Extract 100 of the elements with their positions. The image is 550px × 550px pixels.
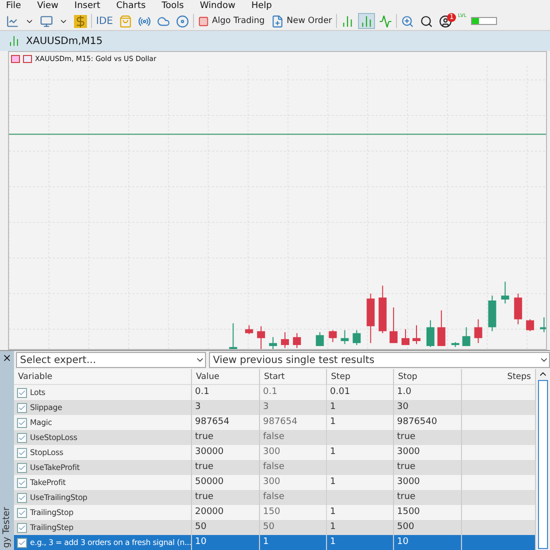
table-cell-text: 987654: [263, 416, 298, 429]
checkbox[interactable]: [17, 448, 27, 458]
table-cell-text: 30000: [195, 446, 224, 459]
table-cell-text: true: [397, 431, 416, 444]
menu-item[interactable]: Insert: [74, 0, 100, 12]
table-cell-text: 300: [263, 446, 280, 459]
expert-select[interactable]: Select expert...: [16, 352, 206, 368]
candlestick: [292, 332, 301, 348]
menu-item[interactable]: Help: [251, 0, 272, 12]
checkbox[interactable]: [17, 402, 27, 412]
vps-button[interactable]: [174, 13, 191, 30]
menu-item[interactable]: Charts: [116, 0, 146, 12]
checkbox[interactable]: [17, 492, 27, 502]
table-cell-text: 1: [330, 536, 336, 549]
table-cell-text: 1.0: [397, 386, 412, 399]
line-chart-button[interactable]: [377, 13, 394, 30]
menu-item[interactable]: Window: [200, 0, 236, 12]
zoom-in-icon: [401, 14, 414, 28]
table-cell-text: 1: [330, 521, 336, 534]
chart-tab[interactable]: XAUUSDm,M15: [26, 36, 103, 47]
table-cell-text: 50: [195, 521, 206, 534]
table-cell-text: 30: [397, 401, 408, 414]
table-cell-text: 10: [195, 536, 206, 549]
table-cell-text: 3: [195, 401, 201, 414]
table-cell-text: 1: [330, 476, 336, 489]
candlestick: [462, 326, 470, 347]
candlestick: [316, 332, 324, 347]
checkbox[interactable]: [17, 432, 27, 442]
table-cell-text: false: [263, 431, 284, 444]
checkbox[interactable]: [17, 508, 27, 518]
ide-button[interactable]: IDE: [94, 13, 115, 30]
menu-item[interactable]: File: [6, 0, 22, 12]
table-cell-text: true: [195, 431, 214, 444]
candlestick: [269, 336, 277, 349]
table-cell-text: 0.1: [195, 386, 210, 399]
candlestick: [378, 285, 387, 334]
new-order-button[interactable]: New Order: [268, 13, 334, 30]
candlestick: [229, 322, 238, 349]
candlestick: [412, 324, 420, 345]
disc-icon: [176, 14, 189, 28]
checkbox[interactable]: [17, 538, 27, 548]
table-cell-text: 1: [330, 506, 336, 519]
checkbox[interactable]: [17, 462, 27, 472]
table-cell-text: true: [397, 491, 416, 504]
candlestick: [437, 310, 446, 347]
table-cell-text: 9876540: [397, 416, 438, 429]
results-select[interactable]: View previous single test results: [209, 352, 550, 368]
table-cell-text: 0.01: [330, 386, 350, 399]
user-icon: [439, 14, 452, 28]
dollar-icon: [74, 14, 87, 28]
checkbox[interactable]: [17, 388, 27, 398]
monitor-icon: [40, 14, 53, 28]
candlestick: [451, 342, 460, 348]
close-icon[interactable]: [2, 353, 12, 363]
panel-label: gy Tester: [2, 507, 12, 548]
menu-item[interactable]: View: [37, 0, 58, 12]
table-cell-text: 3000: [397, 446, 420, 459]
table-cell-text: 987654: [195, 416, 230, 429]
table-cell-text: false: [263, 491, 284, 504]
checkbox[interactable]: [17, 478, 27, 488]
search-icon: [420, 14, 434, 28]
table-cell-text: true: [195, 491, 214, 504]
stop-icon: [198, 16, 209, 27]
algo-trading-button[interactable]: Algo Trading: [196, 13, 267, 30]
checkbox[interactable]: [17, 522, 27, 532]
line-icon: [379, 14, 392, 28]
candlestick-button[interactable]: [358, 13, 376, 30]
table-cell-text: false: [263, 461, 284, 474]
table-cell-text: 50: [263, 521, 274, 534]
chart-type-button[interactable]: [4, 13, 21, 30]
line-chart-icon: [6, 14, 19, 28]
table-cell-text: 150: [263, 506, 280, 519]
table-cell-text: 500: [397, 521, 414, 534]
candlestick: [340, 330, 349, 345]
candlestick: [245, 324, 254, 335]
candlestick: [501, 281, 510, 304]
new-document-icon: [270, 14, 284, 28]
broadcast-icon: [138, 14, 151, 28]
candlestick: [540, 316, 546, 333]
candlestick: [488, 295, 496, 332]
menu-item[interactable]: Tools: [162, 0, 184, 12]
candlestick: [474, 318, 482, 344]
battery-icon: [470, 17, 496, 26]
candlestick: [352, 330, 361, 346]
checkbox[interactable]: [17, 418, 27, 428]
table-cell-text: true: [195, 461, 214, 474]
cloud-icon: [156, 14, 170, 28]
bars-icon: [341, 14, 354, 28]
table-cell-text: 20000: [195, 506, 224, 519]
table-cell-text: 50000: [195, 476, 224, 489]
candlestick: [366, 293, 375, 344]
dollar-button[interactable]: [72, 13, 89, 30]
table-cell-text: 3000: [397, 476, 420, 489]
candlestick: [402, 328, 410, 346]
chart-window-button[interactable]: [38, 13, 55, 30]
table-cell-text: 1500: [397, 506, 420, 519]
scrollbar[interactable]: [536, 369, 550, 550]
candlestick: [514, 293, 522, 325]
candlestick: [280, 332, 289, 348]
candlestick: [257, 326, 266, 349]
